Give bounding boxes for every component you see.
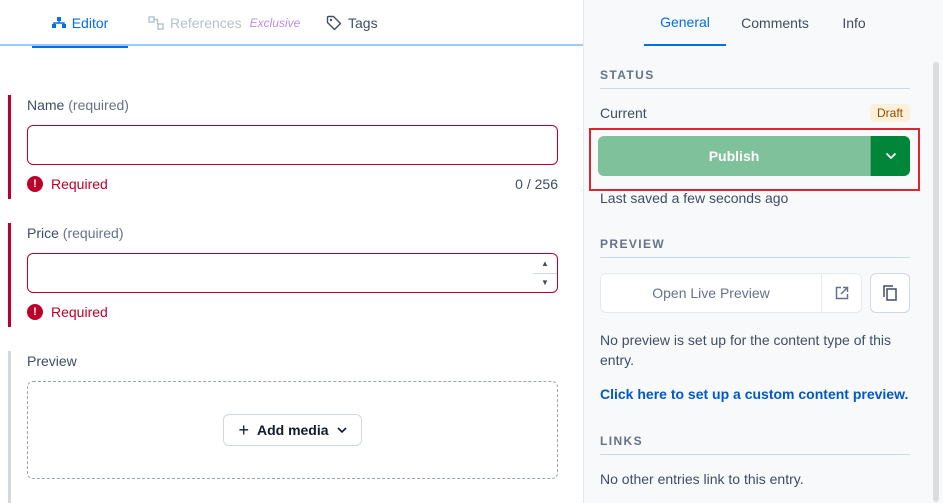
tab-references[interactable]: References Exclusive — [148, 0, 300, 46]
tab-tags-label: Tags — [348, 15, 378, 31]
editor-tabs: Editor References Exclusive Tags — [0, 0, 583, 48]
editor-icon — [51, 17, 66, 28]
no-preview-text: No preview is set up for the content typ… — [600, 332, 892, 368]
plus-icon: + — [238, 420, 249, 440]
preview-heading: PREVIEW — [600, 237, 910, 258]
publish-button[interactable]: Publish — [598, 136, 870, 176]
add-media-button[interactable]: + Add media — [223, 414, 362, 446]
price-stepper: ▲ ▼ — [533, 254, 557, 292]
name-field: Name (required) ! Required 0 / 256 — [8, 95, 568, 199]
preview-field: Preview + Add media — [8, 351, 568, 503]
error-icon: ! — [27, 304, 43, 320]
increment-icon[interactable]: ▲ — [533, 254, 557, 274]
exclusive-badge: Exclusive — [249, 16, 301, 30]
current-status-row: Current Draft — [600, 104, 910, 122]
open-live-preview-button[interactable]: Open Live Preview — [600, 273, 822, 313]
media-dropzone: + Add media — [27, 381, 558, 479]
tab-general[interactable]: General — [644, 0, 726, 46]
price-field: Price (required) ▲ ▼ ! Required — [8, 223, 568, 327]
sidebar-scrollbar[interactable] — [933, 62, 939, 502]
last-saved-text: Last saved a few seconds ago — [600, 190, 789, 206]
tab-editor[interactable]: Editor — [32, 0, 128, 48]
current-label: Current — [600, 105, 647, 121]
tab-editor-label: Editor — [71, 15, 109, 31]
status-heading: STATUS — [600, 68, 910, 89]
copy-icon — [883, 285, 897, 301]
error-icon: ! — [27, 176, 43, 192]
setup-preview-link[interactable]: Click here to set up a custom content pr… — [600, 386, 908, 402]
chevron-down-icon — [336, 427, 347, 434]
price-input[interactable]: ▲ ▼ — [27, 253, 558, 293]
no-links-text: No other entries link to this entry. — [600, 471, 804, 487]
tab-info[interactable]: Info — [830, 0, 878, 46]
references-icon — [148, 16, 164, 30]
chevron-down-icon — [885, 152, 896, 160]
tab-comments[interactable]: Comments — [732, 0, 818, 46]
price-error: ! Required — [27, 304, 108, 320]
preview-label: Preview — [27, 353, 77, 369]
entry-editor: Editor References Exclusive Tags Name (r… — [0, 0, 583, 503]
tab-references-label: References — [170, 15, 242, 31]
name-char-counter: 0 / 256 — [515, 176, 558, 192]
name-label: Name (required) — [27, 97, 129, 113]
price-help: ! Required — [27, 303, 558, 321]
tab-tags[interactable]: Tags — [326, 0, 378, 46]
entry-sidebar: General Comments Info STATUS Current Dra… — [583, 0, 943, 503]
publish-options-button[interactable] — [870, 136, 910, 176]
name-help: ! Required 0 / 256 — [27, 175, 558, 193]
copy-preview-button[interactable] — [870, 273, 910, 313]
external-link-icon — [835, 286, 848, 300]
external-link-button[interactable] — [822, 273, 862, 313]
name-input[interactable] — [27, 125, 558, 165]
tag-icon — [326, 15, 342, 31]
status-badge: Draft — [869, 104, 910, 122]
price-label: Price (required) — [27, 225, 124, 241]
links-heading: LINKS — [600, 434, 910, 455]
decrement-icon[interactable]: ▼ — [533, 274, 557, 293]
sidebar-tabs: General Comments Info — [584, 0, 943, 46]
name-error: ! Required — [27, 176, 108, 192]
